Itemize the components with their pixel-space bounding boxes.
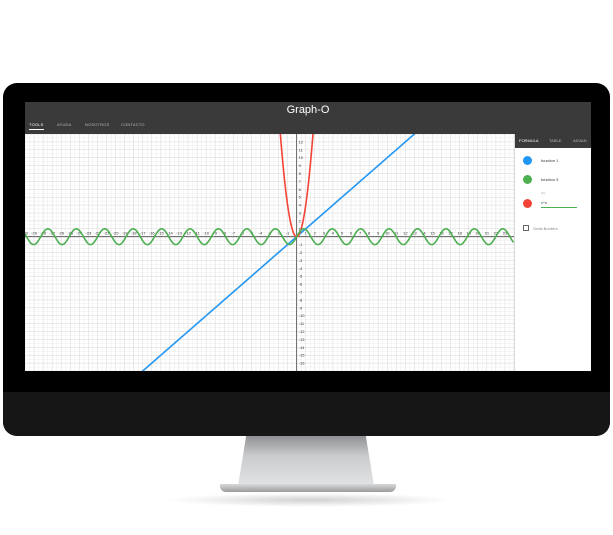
x-tick-label: 5	[341, 231, 344, 236]
x-tick-label: 18	[457, 231, 462, 236]
tab-advanced[interactable]: ADVAN	[573, 138, 586, 143]
tab-ayuda[interactable]: AYUDA	[57, 122, 71, 129]
function-input-caption: f(x)	[541, 191, 546, 195]
y-tick-label: 12	[299, 139, 304, 144]
tab-formula[interactable]: FORMULA	[519, 138, 539, 143]
tab-nosotros[interactable]: NOSOTROS	[85, 122, 110, 129]
x-tick-label: -7	[231, 231, 235, 236]
function-color-dot[interactable]	[523, 199, 532, 208]
x-tick-label: -10	[203, 231, 210, 236]
x-tick-label: -20	[113, 231, 120, 236]
monitor-shadow	[165, 493, 455, 507]
side-panel: FORMULA TABLE ADVAN function 1 function …	[514, 134, 591, 371]
x-tick-label: -4	[259, 231, 263, 236]
monitor-base	[220, 484, 396, 492]
tab-contacto[interactable]: CONTACTO	[121, 122, 145, 129]
x-tick-label: 9	[377, 231, 380, 236]
side-tabs: FORMULA TABLE ADVAN	[515, 134, 591, 148]
app-bar: Graph-O TOOLS AYUDA NOSOTROS CONTACTO	[25, 102, 591, 134]
graph-canvas[interactable]: -30-29-28-27-26-25-24-23-22-21-20-19-18-…	[25, 134, 514, 371]
app-screen: Graph-O TOOLS AYUDA NOSOTROS CONTACTO -3…	[25, 102, 591, 371]
function-color-dot[interactable]	[523, 156, 532, 165]
monitor-stand	[238, 436, 374, 486]
tab-tools[interactable]: TOOLS	[29, 122, 44, 130]
y-tick-label: -16	[299, 361, 306, 366]
x-tick-label: 8	[368, 231, 371, 236]
x-tick-label: -16	[149, 231, 156, 236]
function-input[interactable]: x^x	[541, 200, 547, 205]
y-tick-label: -14	[299, 345, 306, 350]
x-tick-label: -13	[176, 231, 183, 236]
x-tick-label: 4	[332, 231, 335, 236]
y-tick-label: -15	[299, 353, 306, 358]
function-row-3[interactable]: f(x) x^x	[515, 191, 591, 215]
monitor-chin	[3, 392, 610, 436]
function-label: function 3	[541, 177, 559, 182]
function-label: function 1	[541, 158, 559, 163]
function-row-2[interactable]: function 3	[515, 173, 591, 189]
x-tick-label: -1	[286, 231, 290, 236]
y-tick-label: -11	[299, 321, 305, 326]
grid-borders-option[interactable]: Grids Borders	[515, 224, 591, 240]
function-row-1[interactable]: function 1	[515, 154, 591, 170]
x-tick-label: 2	[314, 231, 317, 236]
x-tick-label: 7	[359, 231, 362, 236]
y-tick-label: 10	[299, 155, 304, 160]
x-tick-label: -29	[31, 231, 38, 236]
x-tick-label: -26	[58, 231, 65, 236]
grid-borders-checkbox[interactable]	[523, 225, 529, 231]
x-tick-label: 6	[350, 231, 353, 236]
function-color-dot[interactable]	[523, 175, 532, 184]
app-title: Graph-O	[286, 104, 330, 116]
y-tick-label: -10	[299, 313, 306, 318]
tab-table[interactable]: TABLE	[549, 138, 561, 143]
y-tick-label: -13	[299, 337, 306, 342]
y-tick-label: -12	[299, 329, 306, 334]
x-tick-label: -15	[158, 231, 165, 236]
input-underline	[541, 207, 577, 208]
grid-borders-label: Grids Borders	[533, 226, 558, 231]
x-tick-label: 21	[485, 231, 490, 236]
x-tick-label: -23	[85, 231, 92, 236]
x-tick-label: 12	[403, 231, 408, 236]
x-tick-label: 15	[430, 231, 435, 236]
x-tick-label: -17	[140, 231, 147, 236]
